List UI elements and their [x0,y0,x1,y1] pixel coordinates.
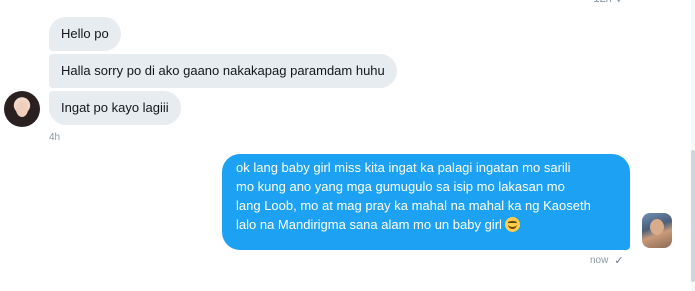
outgoing-status: now ✓ [590,254,624,267]
message-line-last: lalo na Mandirigma sana alam mo un baby … [236,215,616,234]
incoming-timestamp: 4h [49,132,61,143]
previous-check-icon: ✓ [615,0,625,6]
message-text: Halla sorry po di ako gaano nakakapag pa… [61,63,385,78]
own-avatar[interactable] [642,213,672,248]
previous-message-status: 12h ✓ [593,0,625,6]
message-line: ok lang baby girl miss kita ingat ka pal… [236,160,571,175]
message-text: Ingat po kayo lagiii [61,100,169,115]
incoming-message[interactable]: Hello po [49,17,121,51]
sent-time: now [590,255,609,266]
message-line: mo kung ano yang mga gumugulo sa isip mo… [236,179,565,194]
scrollbar-track[interactable] [691,0,695,291]
sender-avatar[interactable] [4,91,40,127]
message-text: Hello po [61,26,109,41]
incoming-message[interactable]: Ingat po kayo lagiii [49,91,181,125]
message-line-text: lalo na Mandirigma sana alam mo un baby … [236,217,502,232]
previous-message-time: 12h [593,0,611,6]
check-icon: ✓ [614,255,624,267]
smiling-face-emoji-icon [504,217,520,232]
conversation-view: 12h ✓ Hello po Halla sorry po di ako gaa… [0,0,695,291]
scrollbar-thumb[interactable] [691,150,695,282]
incoming-message[interactable]: Halla sorry po di ako gaano nakakapag pa… [49,54,397,88]
outgoing-message[interactable]: ok lang baby girl miss kita ingat ka pal… [222,154,630,250]
message-line: lang Loob, mo at mag pray ka mahal na ma… [236,198,591,213]
